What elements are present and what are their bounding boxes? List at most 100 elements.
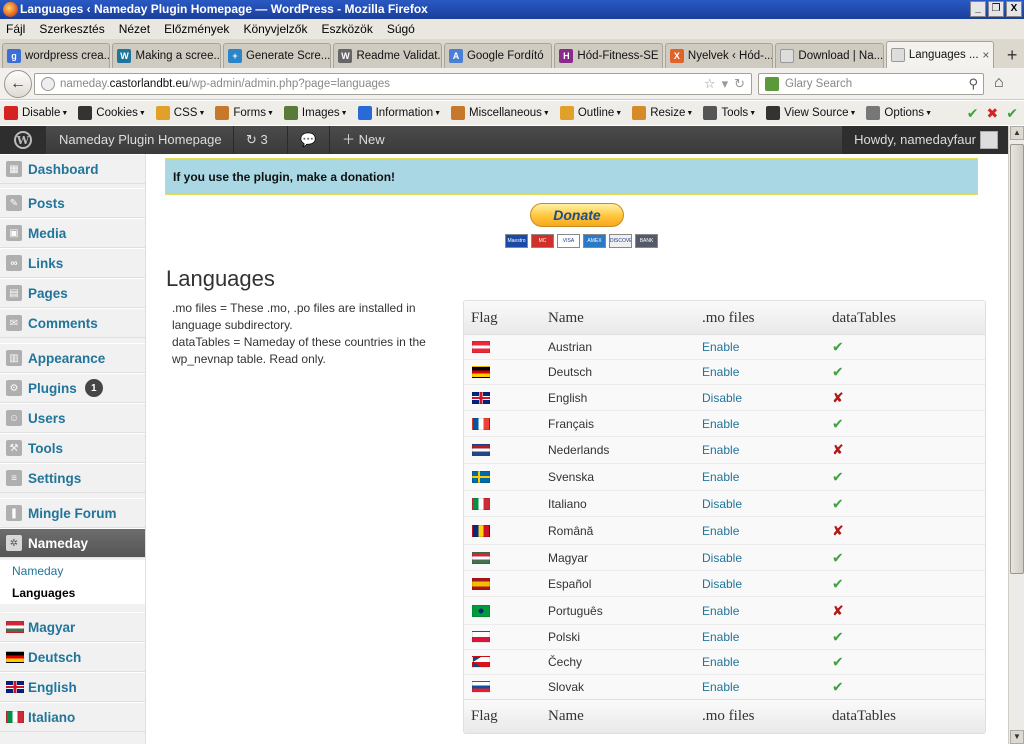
close-tab-icon[interactable]: ×	[982, 48, 989, 62]
devbar-information[interactable]: Information ▼	[357, 106, 441, 120]
sidebar-item-label: Nameday	[28, 535, 89, 551]
menu-file[interactable]: Fájl	[6, 22, 25, 36]
minimize-button[interactable]: _	[970, 1, 986, 17]
mo-toggle-link[interactable]: Enable	[702, 365, 739, 379]
search-bar[interactable]: Glary Search ⚲	[758, 73, 984, 95]
devbar-disable[interactable]: Disable ▼	[4, 106, 68, 120]
sidebar-item-pages[interactable]: ▤ Pages	[0, 278, 145, 308]
mo-toggle-link[interactable]: Enable	[702, 680, 739, 694]
bookmark-star-icon[interactable]: ☆	[704, 76, 716, 92]
scroll-up-arrow[interactable]: ▲	[1010, 126, 1024, 140]
menu-edit[interactable]: Szerkesztés	[39, 22, 104, 36]
comments-icon[interactable]: 💬	[300, 126, 316, 154]
sidebar-item-comments[interactable]: ✉ Comments	[0, 308, 145, 338]
menu-history[interactable]: Előzmények	[164, 22, 229, 36]
submenu-nameday[interactable]: Nameday	[0, 560, 145, 582]
col-flag[interactable]: Flag	[471, 310, 498, 327]
devbar-resize[interactable]: Resize ▼	[632, 106, 693, 120]
sidebar-item-english[interactable]: English	[0, 672, 145, 702]
col-mo-files[interactable]: .mo files	[702, 310, 755, 327]
devbar-css[interactable]: CSS ▼	[155, 106, 205, 120]
scroll-down-arrow[interactable]: ▼	[1010, 730, 1024, 744]
sidebar-item-users[interactable]: ☺ Users	[0, 403, 145, 433]
maximize-button[interactable]: ❐	[988, 1, 1004, 17]
sidebar-item-media[interactable]: ▣ Media	[0, 218, 145, 248]
howdy-account-menu[interactable]: Howdy, namedayfaur	[842, 126, 1008, 154]
donate-button[interactable]: Donate	[530, 203, 624, 227]
sidebar-item-italiano[interactable]: Italiano	[0, 702, 145, 732]
search-icon[interactable]: ⚲	[968, 76, 978, 92]
mo-toggle-link[interactable]: Enable	[702, 630, 739, 644]
menu-bookmarks[interactable]: Könyvjelzők	[243, 22, 307, 36]
devbar-outline[interactable]: Outline ▼	[559, 106, 622, 120]
devbar-options[interactable]: Options ▼	[866, 106, 932, 120]
close-window-button[interactable]: X	[1006, 1, 1022, 17]
devbar-miscellaneous[interactable]: Miscellaneous ▼	[451, 106, 550, 120]
menu-view[interactable]: Nézet	[119, 22, 150, 36]
tab-1[interactable]: W Making a scree...	[112, 43, 221, 68]
sidebar-item-dashboard[interactable]: ▦ Dashboard	[0, 154, 145, 184]
devbar-tools[interactable]: Tools ▼	[703, 106, 756, 120]
mo-toggle-link[interactable]: Disable	[702, 497, 742, 511]
tab-7[interactable]: Download | Na...	[775, 43, 884, 68]
tab-4[interactable]: A Google Fordító	[443, 43, 553, 68]
validate-icon[interactable]: ✔	[1006, 105, 1018, 122]
mo-toggle-link[interactable]: Disable	[702, 551, 742, 565]
mo-toggle-link[interactable]: Enable	[702, 470, 739, 484]
vertical-scrollbar[interactable]: ▲ ▼	[1008, 126, 1024, 744]
col-name[interactable]: Name	[548, 310, 584, 327]
tab-2[interactable]: + Generate Scre...	[222, 43, 332, 68]
mo-toggle-link[interactable]: Disable	[702, 577, 742, 591]
scroll-thumb[interactable]	[1010, 144, 1024, 574]
mo-toggle-link[interactable]: Enable	[702, 443, 739, 457]
back-button[interactable]: ←	[4, 70, 32, 98]
navigation-toolbar: ← nameday. castorlandbt.eu/wp-admin/admin…	[0, 68, 1024, 100]
devbar-forms[interactable]: Forms ▼	[215, 106, 274, 120]
tab-3[interactable]: W Readme Validat...	[333, 43, 442, 68]
error-icon[interactable]: ✖	[987, 105, 999, 122]
sidebar-item-mingle-forum[interactable]: ❚ Mingle Forum	[0, 498, 145, 528]
devbar-label: Disable	[22, 107, 61, 119]
col-datatables[interactable]: dataTables	[832, 310, 896, 327]
flag-se-icon	[472, 471, 490, 483]
tab-6[interactable]: X Nyelvek ‹ Hód-...	[664, 43, 774, 68]
site-name-link[interactable]: Nameday Plugin Homepage	[59, 126, 222, 154]
devbar-images[interactable]: Images ▼	[283, 106, 348, 120]
new-tab-button[interactable]: +	[1000, 44, 1024, 68]
mo-toggle-link[interactable]: Enable	[702, 655, 739, 669]
mo-toggle-link[interactable]: Enable	[702, 340, 739, 354]
new-content-link[interactable]: ＋ New	[342, 126, 385, 154]
sidebar-item-plugins[interactable]: ⚙ Plugins 1	[0, 373, 145, 403]
sidebar-item-nameday[interactable]: ✲ Nameday	[0, 528, 145, 558]
site-identity-icon[interactable]	[41, 77, 55, 91]
sidebar-item-posts[interactable]: ✎ Posts	[0, 188, 145, 218]
devbar-cookies[interactable]: Cookies ▼	[78, 106, 146, 120]
url-bar[interactable]: nameday. castorlandbt.eu/wp-admin/admin.p…	[34, 73, 752, 95]
search-engine-icon[interactable]	[765, 77, 779, 91]
updates-link[interactable]: ↻ 3	[246, 126, 268, 154]
devbar-view-source[interactable]: View Source ▼	[766, 106, 856, 120]
menu-tools[interactable]: Eszközök	[321, 22, 372, 36]
home-icon[interactable]: ⌂	[994, 74, 1004, 92]
dropdown-icon[interactable]: ▾	[722, 76, 729, 92]
sidebar-item-tools[interactable]: ⚒ Tools	[0, 433, 145, 463]
menu-help[interactable]: Súgó	[387, 22, 415, 36]
sidebar-item-deutsch[interactable]: Deutsch	[0, 642, 145, 672]
mo-toggle-link[interactable]: Enable	[702, 417, 739, 431]
submenu-languages[interactable]: Languages	[0, 582, 145, 604]
mo-toggle-link[interactable]: Enable	[702, 604, 739, 618]
sidebar-item-magyar[interactable]: Magyar	[0, 612, 145, 642]
tab-0[interactable]: g wordpress crea...	[2, 43, 111, 68]
sidebar-item-label: Tools	[28, 440, 63, 456]
tab-8[interactable]: Languages ... ×	[885, 41, 995, 68]
mo-toggle-link[interactable]: Disable	[702, 391, 742, 405]
reload-icon[interactable]: ↻	[734, 76, 745, 92]
wordpress-logo-icon[interactable]: W	[0, 126, 46, 154]
search-input[interactable]: Glary Search	[785, 78, 852, 90]
sidebar-item-settings[interactable]: ≡ Settings	[0, 463, 145, 493]
tab-5[interactable]: H Hód-Fitness-SE	[554, 43, 663, 68]
sidebar-item-links[interactable]: ∞ Links	[0, 248, 145, 278]
sidebar-item-appearance[interactable]: ▥ Appearance	[0, 343, 145, 373]
check-icon[interactable]: ✔	[967, 105, 979, 122]
mo-toggle-link[interactable]: Enable	[702, 524, 739, 538]
